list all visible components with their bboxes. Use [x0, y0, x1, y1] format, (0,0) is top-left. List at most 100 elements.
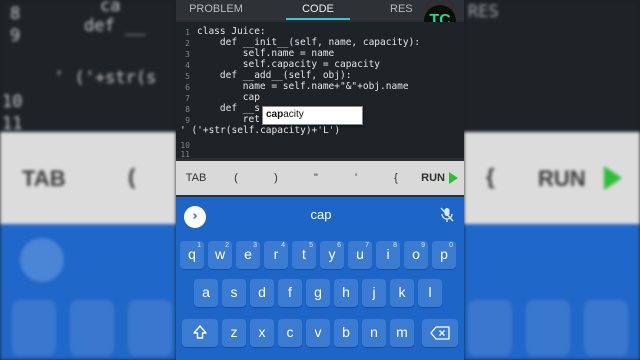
open-paren-key[interactable]: ( [228, 161, 244, 195]
autocomplete-popup[interactable]: capacity [262, 106, 363, 125]
background-run-label: RUN [538, 166, 586, 191]
key-hint: 4 [281, 242, 285, 249]
key-hint: 6 [337, 242, 341, 249]
key-label: p [440, 246, 448, 262]
background-play-icon [604, 166, 622, 190]
autocomplete-match: cap [266, 109, 284, 120]
key-label: w [214, 246, 226, 262]
background-key [526, 300, 570, 356]
background-line-number: 11 [2, 114, 23, 134]
suggestion-word[interactable]: cap [296, 207, 346, 222]
key-label: i [386, 246, 390, 262]
code-line: cap [197, 92, 260, 103]
key-hint: 2 [225, 242, 229, 249]
autocomplete-item[interactable]: capacity [266, 109, 304, 120]
run-label: RUN [421, 172, 445, 184]
key-hint: 1 [197, 242, 201, 249]
background-brace-label: { [486, 164, 495, 189]
key-e[interactable]: 3e [236, 241, 260, 269]
background-right-blur: RES { RUN [464, 0, 640, 360]
background-tab-label: TAB [22, 166, 66, 191]
line-number: 4 [185, 61, 190, 70]
single-quote-key[interactable]: ' [348, 161, 364, 195]
background-code-line: def __ [84, 16, 146, 36]
key-i[interactable]: 8i [376, 241, 400, 269]
background-line-number: 10 [2, 92, 23, 112]
chevron-right-icon[interactable]: › [184, 206, 206, 228]
key-label: q [188, 246, 196, 262]
key-k[interactable]: k [390, 279, 414, 307]
open-brace-key[interactable]: { [388, 161, 404, 195]
close-paren-key[interactable]: ) [268, 161, 284, 195]
play-icon [449, 172, 458, 185]
line-number: 9 [185, 116, 190, 125]
line-number: 1 [185, 28, 190, 37]
code-editor[interactable]: 1 2 3 4 5 6 7 8 9 10 11 class Juice: def… [176, 22, 464, 159]
key-y[interactable]: 6y [320, 241, 344, 269]
key-o[interactable]: 9o [404, 241, 428, 269]
code-line: ret [197, 114, 260, 125]
line-number: 2 [185, 39, 190, 48]
tab-problem[interactable]: PROBLEM [182, 0, 250, 20]
key-d[interactable]: d [250, 279, 274, 307]
key-l[interactable]: l [418, 279, 442, 307]
key-hint: 9 [421, 242, 425, 249]
line-number: 11 [180, 150, 190, 159]
key-label: o [412, 246, 420, 262]
key-label: e [244, 246, 252, 262]
run-button[interactable]: RUN [421, 161, 458, 195]
key-f[interactable]: f [278, 279, 302, 307]
background-arrow-circle [20, 238, 64, 282]
background-code-line: ca [100, 0, 121, 16]
key-j[interactable]: j [362, 279, 386, 307]
key-label: t [302, 246, 306, 262]
code-line: def __init__(self, name, capacity): [197, 37, 421, 48]
key-w[interactable]: 2w [208, 241, 232, 269]
code-line: class Juice: [197, 26, 266, 37]
double-quote-key[interactable]: " [308, 161, 324, 195]
key-hint: 3 [253, 242, 257, 249]
shift-icon [193, 325, 207, 339]
key-label: r [273, 246, 279, 262]
shift-key[interactable] [182, 319, 218, 347]
key-hint: 8 [393, 242, 397, 249]
backspace-icon [430, 326, 450, 340]
key-label: u [356, 246, 364, 262]
key-v[interactable]: v [306, 319, 330, 347]
key-h[interactable]: h [334, 279, 358, 307]
code-line: self.name = name [197, 48, 335, 59]
key-hint: 5 [309, 242, 313, 249]
suggestion-bar: › cap [176, 197, 464, 235]
key-b[interactable]: b [334, 319, 358, 347]
mic-off-icon[interactable] [438, 207, 456, 225]
key-z[interactable]: z [222, 319, 246, 347]
tab-key[interactable]: TAB [182, 161, 210, 195]
background-code-line: ' ('+str(s [54, 68, 157, 88]
key-q[interactable]: 1q [180, 241, 204, 269]
background-paren-label: ( [128, 164, 136, 189]
phone-screen: PROBLEM CODE RES TC 1 2 3 4 5 6 7 8 9 10… [176, 0, 464, 360]
line-number: 5 [185, 72, 190, 81]
soft-keyboard: › cap 1q 2w 3e 4r 5t 6y 7u 8i 9o 0p a s … [176, 197, 464, 360]
key-u[interactable]: 7u [348, 241, 372, 269]
line-number: 8 [185, 105, 190, 114]
key-n[interactable]: n [362, 319, 386, 347]
key-r[interactable]: 4r [264, 241, 288, 269]
background-line-number: 9 [10, 26, 21, 46]
tab-result[interactable]: RES [390, 0, 420, 20]
tab-bar: PROBLEM CODE RES [176, 0, 464, 20]
line-number: 3 [185, 50, 190, 59]
key-p[interactable]: 0p [432, 241, 456, 269]
autocomplete-rest: acity [283, 109, 304, 120]
background-key [584, 300, 628, 356]
key-a[interactable]: a [194, 279, 218, 307]
key-g[interactable]: g [306, 279, 330, 307]
tab-code[interactable]: CODE [286, 0, 350, 20]
backspace-key[interactable] [422, 319, 458, 347]
key-x[interactable]: x [250, 319, 274, 347]
key-m[interactable]: m [390, 319, 414, 347]
key-c[interactable]: c [278, 319, 302, 347]
line-number: 10 [180, 141, 190, 150]
key-t[interactable]: 5t [292, 241, 316, 269]
key-s[interactable]: s [222, 279, 246, 307]
